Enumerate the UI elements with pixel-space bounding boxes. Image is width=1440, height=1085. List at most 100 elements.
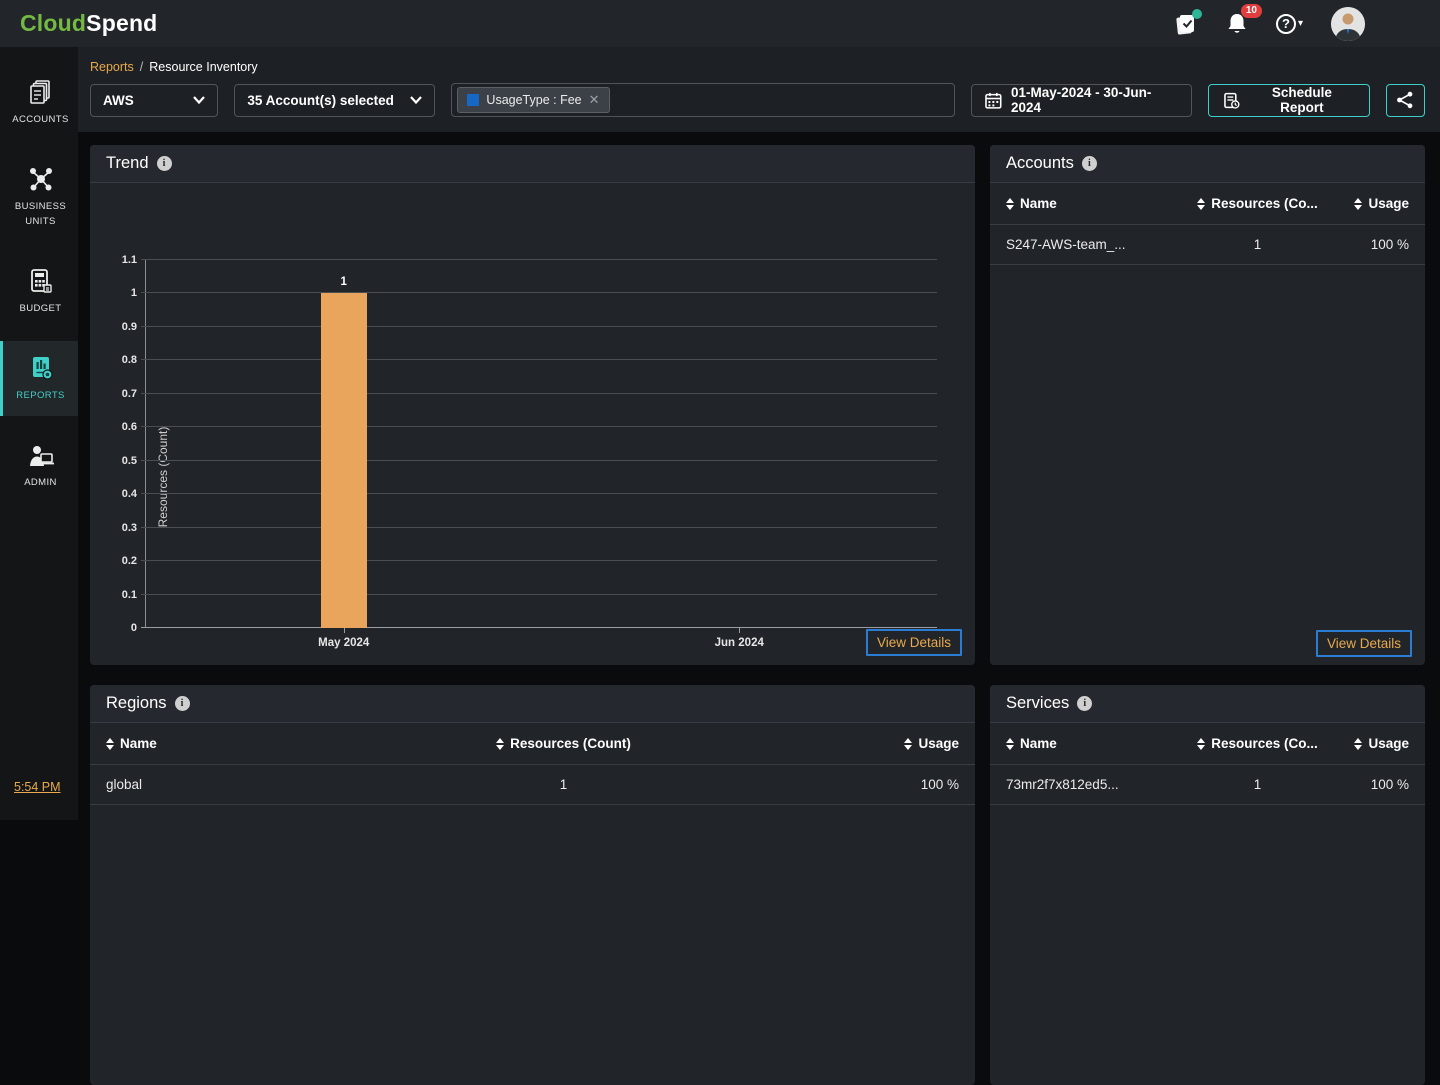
regions-table-header: Name Resources (Count) Usage bbox=[90, 723, 975, 765]
gridline bbox=[141, 627, 937, 628]
logo-spend: Spend bbox=[86, 10, 157, 36]
notifications-bell-icon[interactable]: 10 bbox=[1226, 12, 1248, 36]
accounts-table-row[interactable]: S247-AWS-team_... 1 100 % bbox=[990, 225, 1425, 265]
x-tick-label: May 2024 bbox=[318, 637, 369, 649]
apps-grid-icon[interactable] bbox=[1393, 10, 1420, 37]
sort-icon bbox=[1006, 198, 1014, 210]
sort-icon bbox=[904, 738, 912, 750]
time-link[interactable]: 5:54 PM bbox=[14, 780, 61, 794]
logo-cloud: Cloud bbox=[20, 10, 86, 36]
question-mark-icon: ? bbox=[1276, 14, 1296, 34]
trend-bar-may-2024[interactable]: 1 bbox=[321, 293, 367, 628]
calendar-icon bbox=[985, 92, 1002, 109]
column-header-name[interactable]: Name bbox=[990, 196, 1186, 211]
service-usage: 100 % bbox=[1329, 777, 1425, 792]
service-resources: 1 bbox=[1186, 777, 1330, 792]
sidebar-label-accounts: ACCOUNTS bbox=[12, 113, 69, 127]
budget-icon bbox=[27, 267, 55, 295]
reports-icon bbox=[27, 354, 55, 382]
y-tick-label: 0.1 bbox=[122, 589, 137, 601]
services-table-row[interactable]: 73mr2f7x812ed5... 1 100 % bbox=[990, 765, 1425, 805]
filter-controls: AWS 35 Account(s) selected UsageType : F… bbox=[90, 83, 1425, 117]
info-icon[interactable]: i bbox=[1082, 156, 1097, 171]
column-header-name[interactable]: Name bbox=[90, 736, 373, 751]
topbar-icons: 10 ? ▾ bbox=[1174, 7, 1420, 41]
account-usage: 100 % bbox=[1329, 237, 1425, 252]
x-tick-mark bbox=[739, 628, 740, 633]
sort-icon bbox=[1354, 198, 1362, 210]
y-tick-label: 0.8 bbox=[122, 354, 137, 366]
accounts-card: Accounts i Name Resources (Co... Usage S… bbox=[990, 145, 1425, 665]
services-card: Services i Name Resources (Co... Usage 7… bbox=[990, 685, 1425, 1085]
help-icon[interactable]: ? ▾ bbox=[1276, 14, 1303, 34]
tag-filter-input[interactable]: UsageType : Fee ✕ bbox=[451, 83, 955, 117]
tasks-icon[interactable] bbox=[1174, 12, 1198, 36]
info-icon[interactable]: i bbox=[1077, 696, 1092, 711]
regions-table-row[interactable]: global 1 100 % bbox=[90, 765, 975, 805]
avatar[interactable] bbox=[1331, 7, 1365, 41]
breadcrumb-current: Resource Inventory bbox=[149, 60, 257, 74]
y-tick-label: 0.4 bbox=[122, 488, 137, 500]
share-icon bbox=[1396, 91, 1414, 109]
info-icon[interactable]: i bbox=[157, 156, 172, 171]
sidebar-item-budget[interactable]: BUDGET bbox=[0, 254, 78, 329]
y-tick-label: 0.7 bbox=[122, 388, 137, 400]
trend-title: Trend bbox=[106, 154, 149, 173]
column-header-resources[interactable]: Resources (Co... bbox=[1186, 196, 1330, 211]
sidebar-item-accounts[interactable]: ACCOUNTS bbox=[0, 65, 78, 140]
dashboard-grid: Trend i Resources (Count) 00.10.20.30.40… bbox=[78, 132, 1440, 1085]
gridline bbox=[141, 393, 937, 394]
sort-icon bbox=[1197, 738, 1205, 750]
y-tick-label: 0.3 bbox=[122, 522, 137, 534]
sidebar: ACCOUNTS BUSINESS UNITS BUDGET bbox=[0, 47, 78, 820]
region-name: global bbox=[90, 777, 373, 792]
sidebar-item-reports[interactable]: REPORTS bbox=[0, 341, 78, 416]
sort-icon bbox=[1197, 198, 1205, 210]
notification-badge: 10 bbox=[1241, 4, 1262, 18]
sidebar-label-budget: BUDGET bbox=[20, 302, 62, 316]
share-button[interactable] bbox=[1386, 84, 1425, 117]
regions-title: Regions bbox=[106, 694, 167, 713]
gridline bbox=[141, 460, 937, 461]
accounts-view-details-button[interactable]: View Details bbox=[1316, 630, 1412, 657]
gridline bbox=[141, 594, 937, 595]
trend-card-header: Trend i bbox=[90, 145, 975, 183]
breadcrumb-reports-link[interactable]: Reports bbox=[90, 60, 134, 74]
x-tick-label: Jun 2024 bbox=[715, 637, 764, 649]
chip-label: UsageType : Fee bbox=[486, 93, 581, 107]
services-card-header: Services i bbox=[990, 685, 1425, 723]
column-header-usage[interactable]: Usage bbox=[1329, 736, 1425, 751]
gridline bbox=[141, 527, 937, 528]
trend-view-details-button[interactable]: View Details bbox=[866, 629, 962, 656]
sidebar-label-business-units: BUSINESS UNITS bbox=[5, 200, 76, 229]
chip-color-swatch bbox=[467, 94, 479, 106]
accounts-card-header: Accounts i bbox=[990, 145, 1425, 183]
provider-select[interactable]: AWS bbox=[90, 84, 218, 117]
column-header-usage[interactable]: Usage bbox=[1329, 196, 1425, 211]
region-usage: 100 % bbox=[754, 777, 975, 792]
accounts-icon bbox=[27, 78, 55, 106]
column-header-resources[interactable]: Resources (Co... bbox=[1186, 736, 1330, 751]
sidebar-label-reports: REPORTS bbox=[16, 389, 65, 403]
sort-icon bbox=[496, 738, 504, 750]
column-header-name[interactable]: Name bbox=[990, 736, 1186, 751]
column-header-resources[interactable]: Resources (Count) bbox=[373, 736, 754, 751]
regions-card-header: Regions i bbox=[90, 685, 975, 723]
info-icon[interactable]: i bbox=[175, 696, 190, 711]
chip-close-icon[interactable]: ✕ bbox=[589, 92, 600, 108]
breadcrumb: Reports / Resource Inventory bbox=[90, 60, 1425, 74]
trend-chart: Resources (Count) 00.10.20.30.40.50.60.7… bbox=[90, 183, 975, 664]
schedule-report-label: Schedule Report bbox=[1249, 85, 1354, 115]
regions-card: Regions i Name Resources (Count) Usage g… bbox=[90, 685, 975, 1085]
gridline bbox=[141, 560, 937, 561]
breadcrumb-separator: / bbox=[140, 60, 143, 74]
sidebar-item-admin[interactable]: ADMIN bbox=[0, 428, 78, 503]
column-header-usage[interactable]: Usage bbox=[754, 736, 975, 751]
schedule-report-button[interactable]: Schedule Report bbox=[1208, 84, 1369, 117]
cloudspend-logo[interactable]: CloudSpend bbox=[20, 10, 157, 37]
chevron-down-icon bbox=[193, 96, 205, 104]
date-range-picker[interactable]: 01-May-2024 - 30-Jun-2024 bbox=[971, 84, 1192, 117]
accounts-select[interactable]: 35 Account(s) selected bbox=[234, 84, 435, 117]
sort-icon bbox=[1006, 738, 1014, 750]
sidebar-item-business-units[interactable]: BUSINESS UNITS bbox=[0, 152, 78, 242]
